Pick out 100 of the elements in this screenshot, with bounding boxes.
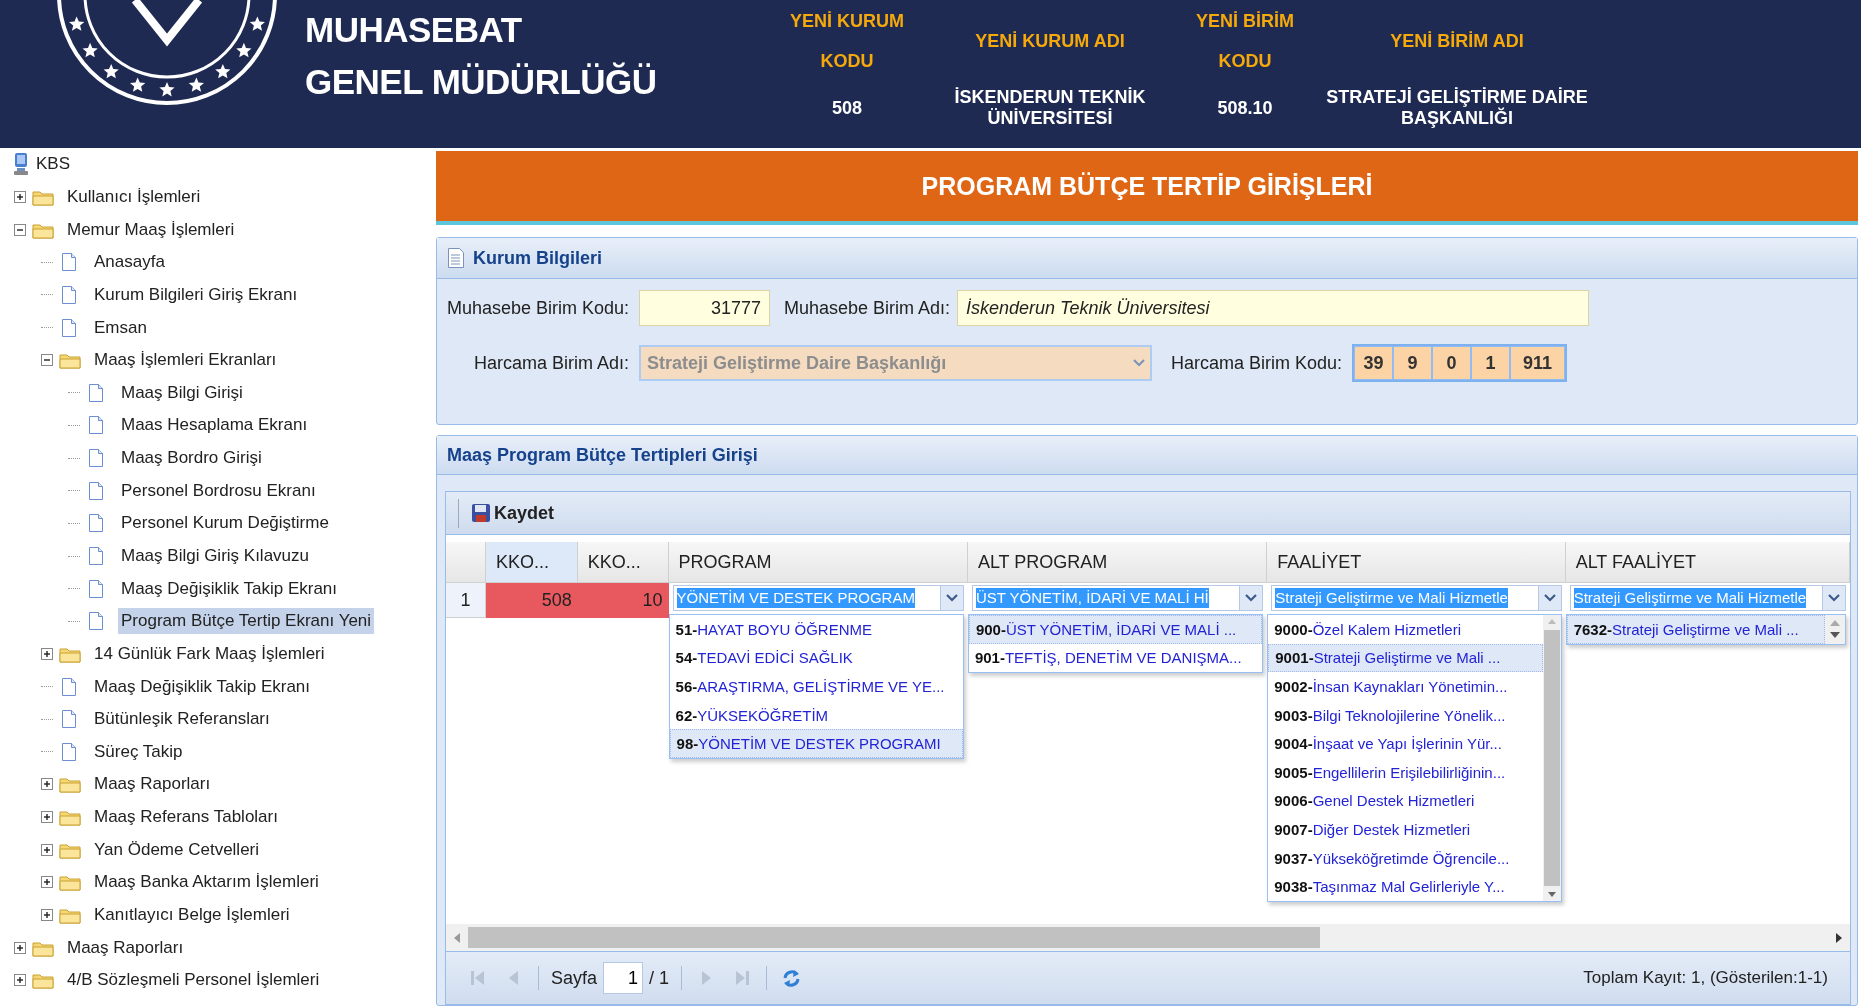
tree-item[interactable]: 14 Günlük Fark Maaş İşlemleri: [91, 640, 328, 667]
expand-icon[interactable]: [14, 974, 26, 987]
scroll-arrows[interactable]: [1825, 615, 1845, 644]
tree-item[interactable]: Anasayfa: [91, 249, 168, 276]
dropdown-button[interactable]: [1537, 586, 1561, 610]
page-icon: [61, 676, 77, 697]
column-header[interactable]: PROGRAM: [668, 542, 968, 582]
field-value: 508.10: [1217, 97, 1273, 119]
dropdown-option[interactable]: 9002-İnsan Kaynakları Yönetimin...: [1268, 672, 1543, 701]
column-header[interactable]: ALT FAALİYET: [1565, 542, 1850, 582]
dropdown-option[interactable]: 9003-Bilgi Teknolojilerine Yönelik...: [1268, 700, 1543, 730]
dropdown-option[interactable]: 9038-Taşınmaz Mal Gelirleriyle Y...: [1268, 872, 1543, 901]
expand-icon[interactable]: [41, 647, 53, 660]
chevron-down-icon: [1542, 593, 1557, 603]
save-button[interactable]: Kaydet: [458, 498, 561, 528]
column-header[interactable]: FAALİYET: [1267, 542, 1566, 582]
name-field[interactable]: İskenderun Teknik Üniversitesi: [957, 290, 1589, 326]
collapse-icon[interactable]: [14, 223, 26, 236]
scroll-thumb[interactable]: [468, 927, 1320, 948]
dropdown-option[interactable]: 7632-Strateji Geliştirme ve Mali ...: [1566, 615, 1825, 644]
expand-icon[interactable]: [41, 876, 53, 889]
page-field[interactable]: 1: [603, 962, 644, 994]
dropdown-button[interactable]: [1239, 586, 1263, 610]
collapse-icon[interactable]: [41, 354, 53, 367]
tree-item[interactable]: 4/B Sözleşmeli Personel İşlemleri: [64, 967, 323, 994]
scroll-down-icon[interactable]: [1545, 890, 1558, 899]
expand-icon[interactable]: [41, 778, 53, 791]
dropdown-button[interactable]: [939, 586, 963, 610]
dropdown-option[interactable]: 56-ARAŞTIRMA, GELİŞTİRME VE YE...: [669, 672, 963, 701]
record-summary: Toplam Kayıt: 1, (Gösterilen:1-1): [1583, 968, 1828, 988]
table-cell: 508: [485, 583, 578, 618]
tree-item[interactable]: Maaş Değişiklik Takip Ekranı: [118, 575, 341, 602]
expand-icon[interactable]: [41, 811, 53, 824]
refresh-icon[interactable]: [781, 968, 802, 988]
org-name-text: GENEL MÜDÜRLÜĞÜ: [305, 61, 658, 103]
dropdown-option[interactable]: 9006-Genel Destek Hizmetleri: [1268, 786, 1543, 816]
scrollbar[interactable]: [1542, 615, 1561, 901]
dropdown-option[interactable]: 9000-Özel Kalem Hizmetleri: [1268, 615, 1543, 644]
scroll-right-icon[interactable]: [1834, 931, 1844, 944]
tree-item[interactable]: Maaş İşlemleri Ekranları: [91, 347, 280, 374]
tree-item[interactable]: Personel Bordrosu Ekranı: [118, 477, 319, 504]
dropdown-option[interactable]: 9007-Diğer Destek Hizmetleri: [1268, 815, 1543, 844]
code-part-field[interactable]: 911: [1510, 346, 1565, 380]
dropdown-option[interactable]: 62-YÜKSEKÖĞRETİM: [669, 700, 963, 730]
tree-item[interactable]: Maas Hesaplama Ekranı: [118, 412, 311, 439]
dropdown-option[interactable]: 9001-Strateji Geliştirme ve Mali ...: [1268, 643, 1543, 673]
dropdown-button[interactable]: [1822, 586, 1845, 610]
code-part-field[interactable]: 0: [1432, 346, 1471, 380]
table-cell: 10: [577, 583, 669, 618]
tree-item[interactable]: Maaş Bilgi Giriş Kılavuzu: [118, 543, 312, 569]
dropdown-option[interactable]: 900-ÜST YÖNETİM, İDARİ VE MALİ ...: [968, 615, 1263, 644]
tree-item[interactable]: Program Bütçe Tertip Ekranı Yeni: [118, 608, 375, 635]
page-icon: [88, 415, 104, 436]
page-icon: [88, 480, 104, 501]
horizontal-scrollbar[interactable]: [446, 924, 1850, 951]
tree-item[interactable]: Bütünleşik Referansları: [91, 706, 273, 733]
column-header[interactable]: ALT PROGRAM: [967, 542, 1268, 582]
tree-item[interactable]: Kullanıcı İşlemleri: [64, 183, 204, 210]
column-header[interactable]: KKO...: [577, 542, 669, 582]
tree-item[interactable]: Süreç Takip: [91, 738, 186, 765]
code-part-field[interactable]: 9: [1393, 346, 1432, 380]
tree-item[interactable]: Yan Ödeme Cetvelleri: [91, 836, 263, 863]
page-icon: [88, 513, 104, 534]
dropdown-option[interactable]: 98-YÖNETİM VE DESTEK PROGRAMI: [669, 729, 963, 758]
tree-item[interactable]: Maaş Raporları: [64, 934, 187, 961]
tree-item[interactable]: Maaş Bordro Girişi: [118, 445, 265, 472]
dropdown-option[interactable]: 9004-İnşaat ve Yapı İşlerinin Yür...: [1268, 729, 1543, 758]
tree-item[interactable]: Maaş Banka Aktarım İşlemleri: [91, 869, 322, 896]
tree-item[interactable]: Memur Maaş İşlemleri: [64, 216, 238, 243]
field-label: Muhasebe Birim Adı:: [784, 297, 949, 319]
computer-icon: [12, 152, 30, 177]
page-icon: [88, 578, 104, 599]
dropdown-option[interactable]: 901-TEFTİŞ, DENETİM VE DANIŞMA...: [968, 643, 1263, 673]
tree-item[interactable]: Kurum Bilgileri Giriş Ekranı: [91, 281, 301, 308]
code-part-field[interactable]: 39: [1354, 346, 1393, 380]
field-label: YENİ KURUM ADI: [975, 30, 1125, 53]
code-field[interactable]: 31777: [639, 290, 770, 326]
dropdown-option[interactable]: 54-TEDAVİ EDİCİ SAĞLIK: [669, 643, 963, 673]
dropdown-option[interactable]: 51-HAYAT BOYU ÖĞRENME: [669, 615, 963, 644]
field-label: YENİ BİRİM KODU: [1195, 10, 1295, 73]
tree-item[interactable]: Maaş Raporları: [91, 771, 214, 798]
tree-item[interactable]: Kanıtlayıcı Belge İşlemleri: [91, 902, 293, 929]
code-part-field[interactable]: 1: [1471, 346, 1510, 380]
tree-item[interactable]: KBS: [33, 151, 74, 178]
folder-icon: [59, 808, 81, 827]
tree-item[interactable]: Emsan: [91, 314, 150, 341]
expand-icon[interactable]: [41, 909, 53, 922]
dropdown-option[interactable]: 9037-Yükseköğretimde Öğrencile...: [1268, 843, 1543, 873]
expand-icon[interactable]: [41, 843, 53, 856]
scroll-thumb[interactable]: [1543, 630, 1560, 886]
column-header[interactable]: KKO...: [485, 542, 578, 582]
tree-item[interactable]: Maaş Bilgi Girişi: [118, 379, 246, 406]
tree-item[interactable]: Maaş Değişiklik Takip Ekranı: [91, 673, 314, 700]
expand-icon[interactable]: [14, 941, 26, 954]
tree-item[interactable]: Personel Kurum Değiştirme: [118, 510, 332, 537]
tree-item[interactable]: Maaş Referans Tabloları: [91, 804, 281, 831]
dropdown-option[interactable]: 9005-Engellilerin Erişilebilirliğinin...: [1268, 757, 1543, 787]
page-title: PROGRAM BÜTÇE TERTİP GİRİŞLERİ: [921, 171, 1373, 201]
folder-icon: [59, 351, 81, 370]
expand-icon[interactable]: [14, 190, 26, 203]
